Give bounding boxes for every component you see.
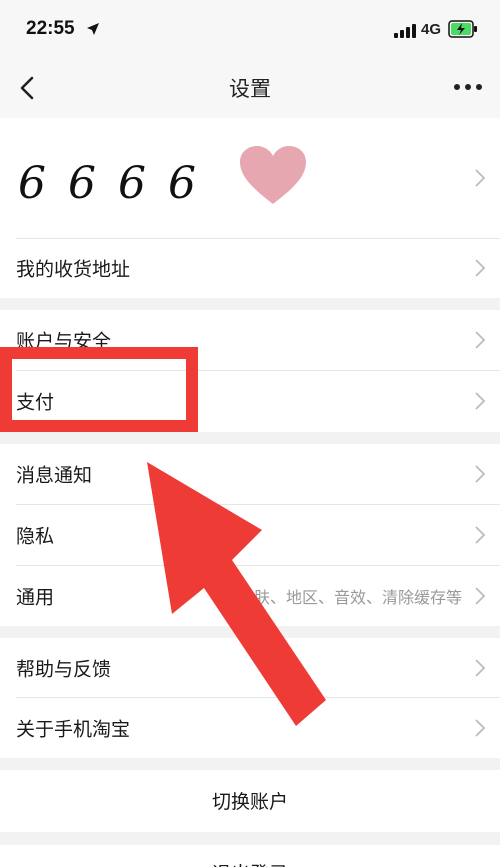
general-row[interactable]: 通用 皮肤、地区、音效、清除缓存等 bbox=[0, 566, 500, 626]
switch-account-group: 切换账户 bbox=[0, 770, 500, 832]
status-time: 22:55 bbox=[26, 18, 75, 39]
chevron-right-icon bbox=[475, 465, 486, 483]
chevron-right-icon bbox=[475, 526, 486, 544]
signal-icon bbox=[394, 24, 416, 38]
about-label: 关于手机淘宝 bbox=[16, 718, 131, 741]
logout-button[interactable]: 退出登录 bbox=[0, 859, 500, 867]
help-label: 帮助与反馈 bbox=[16, 658, 112, 681]
general-hint: 皮肤、地区、音效、清除缓存等 bbox=[237, 588, 462, 607]
account-group: 账户与安全 支付 bbox=[0, 310, 500, 432]
privacy-label: 隐私 bbox=[16, 525, 55, 548]
notifications-row[interactable]: 消息通知 bbox=[0, 444, 500, 504]
logout-group: 退出登录 bbox=[0, 845, 500, 867]
heart-icon bbox=[240, 146, 306, 204]
payment-label: 支付 bbox=[16, 391, 55, 414]
chevron-right-icon bbox=[475, 587, 486, 605]
chevron-right-icon bbox=[475, 259, 486, 277]
about-row[interactable]: 关于手机淘宝 bbox=[0, 698, 500, 758]
page-title: 设置 bbox=[229, 77, 271, 101]
profile-group: 6666 我的收货地址 bbox=[0, 118, 500, 298]
switch-account-button[interactable]: 切换账户 bbox=[0, 787, 500, 814]
chevron-right-icon bbox=[475, 719, 486, 737]
account-security-label: 账户与安全 bbox=[16, 330, 112, 353]
payment-row[interactable]: 支付 bbox=[0, 371, 500, 431]
battery-charging-icon bbox=[448, 20, 477, 38]
account-security-row[interactable]: 账户与安全 bbox=[0, 310, 500, 370]
notifications-label: 消息通知 bbox=[16, 464, 93, 487]
address-label: 我的收货地址 bbox=[16, 258, 131, 281]
chevron-right-icon bbox=[475, 331, 486, 349]
preferences-group: 消息通知 隐私 通用 皮肤、地区、音效、清除缓存等 bbox=[0, 444, 500, 626]
status-bar: 22:55 4G bbox=[0, 0, 500, 58]
chevron-right-icon bbox=[475, 169, 486, 187]
profile-name: 6666 bbox=[18, 158, 218, 209]
network-label: 4G bbox=[421, 21, 442, 38]
general-label: 通用 bbox=[16, 586, 55, 609]
chevron-right-icon bbox=[475, 392, 486, 410]
privacy-row[interactable]: 隐私 bbox=[0, 505, 500, 565]
chevron-right-icon bbox=[475, 659, 486, 677]
help-row[interactable]: 帮助与反馈 bbox=[0, 638, 500, 698]
address-row[interactable]: 我的收货地址 bbox=[0, 238, 500, 298]
more-icon[interactable] bbox=[454, 84, 482, 90]
nav-bar: 设置 bbox=[0, 58, 500, 118]
profile-row[interactable]: 6666 bbox=[0, 118, 500, 238]
info-group: 帮助与反馈 关于手机淘宝 bbox=[0, 638, 500, 758]
location-arrow-icon bbox=[87, 23, 99, 35]
